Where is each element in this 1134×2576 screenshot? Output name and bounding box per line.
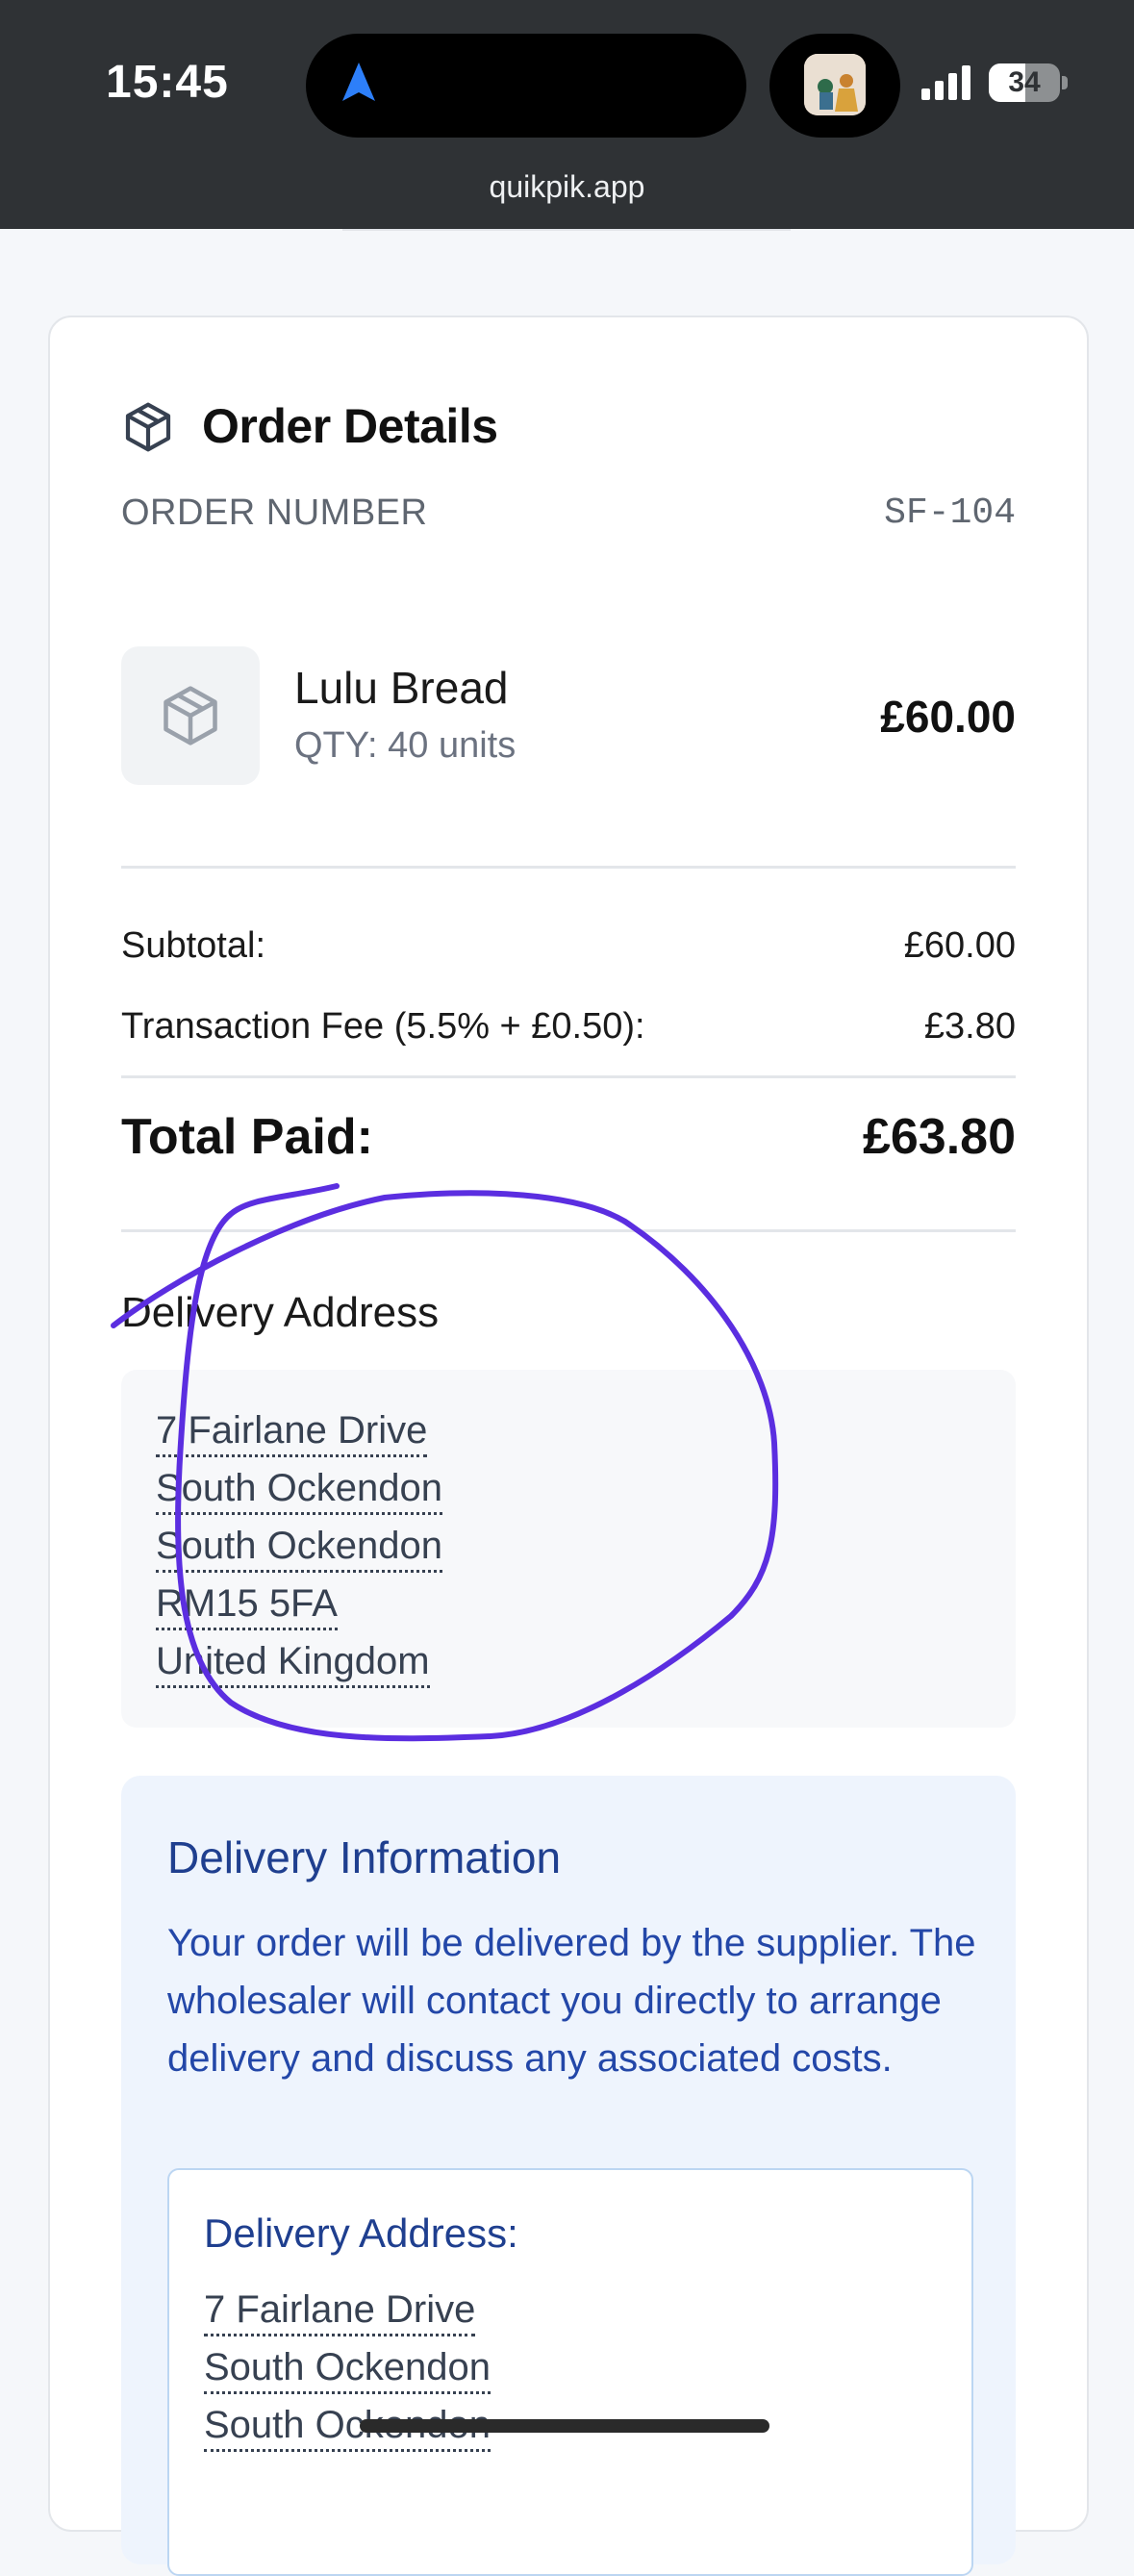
product-thumbnail: [121, 646, 260, 785]
divider: [121, 1075, 1016, 1078]
order-number-label: ORDER NUMBER: [121, 492, 428, 533]
address-line[interactable]: South Ockendon: [156, 1522, 442, 1573]
total-paid-value: £63.80: [862, 1109, 1016, 1165]
delivery-information-title: Delivery Information: [167, 1832, 562, 1882]
status-time: 15:45: [106, 57, 229, 108]
subtotal-label: Subtotal:: [121, 925, 265, 966]
battery-indicator: 34: [989, 63, 1060, 102]
delivery-information-text: Your order will be delivered by the supp…: [167, 1922, 976, 2080]
divider: [121, 866, 1016, 869]
fee-label: Transaction Fee (5.5% + £0.50):: [121, 1006, 645, 1047]
total-paid-label: Total Paid:: [121, 1109, 373, 1165]
address-line[interactable]: RM15 5FA: [156, 1579, 338, 1630]
order-details-card: Order Details ORDER NUMBER SF-104 Lulu B…: [48, 316, 1089, 2576]
address-line[interactable]: 7 Fairlane Drive: [156, 1406, 428, 1457]
url-bar[interactable]: quikpik.app: [0, 169, 1134, 205]
product-quantity: QTY: 40 units: [294, 725, 517, 766]
card-title: Order Details: [202, 399, 498, 453]
delivery-address-box: 7 Fairlane Drive South Ockendon South Oc…: [121, 1370, 1016, 1728]
battery-nub: [1062, 76, 1068, 89]
home-indicator[interactable]: [360, 2419, 769, 2433]
delivery-address-heading: Delivery Address: [121, 1289, 440, 1336]
package-icon: [164, 686, 217, 745]
product-price: £60.00: [880, 692, 1016, 742]
delivery-information-box: Delivery Information Your order will be …: [121, 1776, 1016, 2576]
inner-address-heading: Delivery Address:: [204, 2210, 518, 2256]
product-name: Lulu Bread: [294, 663, 509, 713]
battery-level: 34: [1008, 66, 1041, 98]
status-bar: 15:45 34 quikpik.app: [0, 0, 1134, 229]
address-line[interactable]: 7 Fairlane Drive: [204, 2286, 476, 2336]
fee-value: £3.80: [923, 1006, 1016, 1047]
divider: [121, 1229, 1016, 1232]
media-thumbnail: [804, 54, 866, 115]
address-line[interactable]: South Ockendon: [204, 2343, 491, 2394]
navigation-arrow-icon: [342, 63, 375, 101]
order-number: SF-104: [884, 492, 1016, 534]
previous-element-edge: [342, 229, 791, 231]
delivery-address-inner-box: Delivery Address: 7 Fairlane Drive South…: [167, 2168, 973, 2576]
package-icon: [125, 402, 171, 452]
address-line[interactable]: South Ockendon: [156, 1464, 442, 1515]
address-line[interactable]: United Kingdom: [156, 1637, 430, 1688]
subtotal-value: £60.00: [903, 925, 1016, 966]
cellular-signal-icon: [921, 65, 970, 100]
